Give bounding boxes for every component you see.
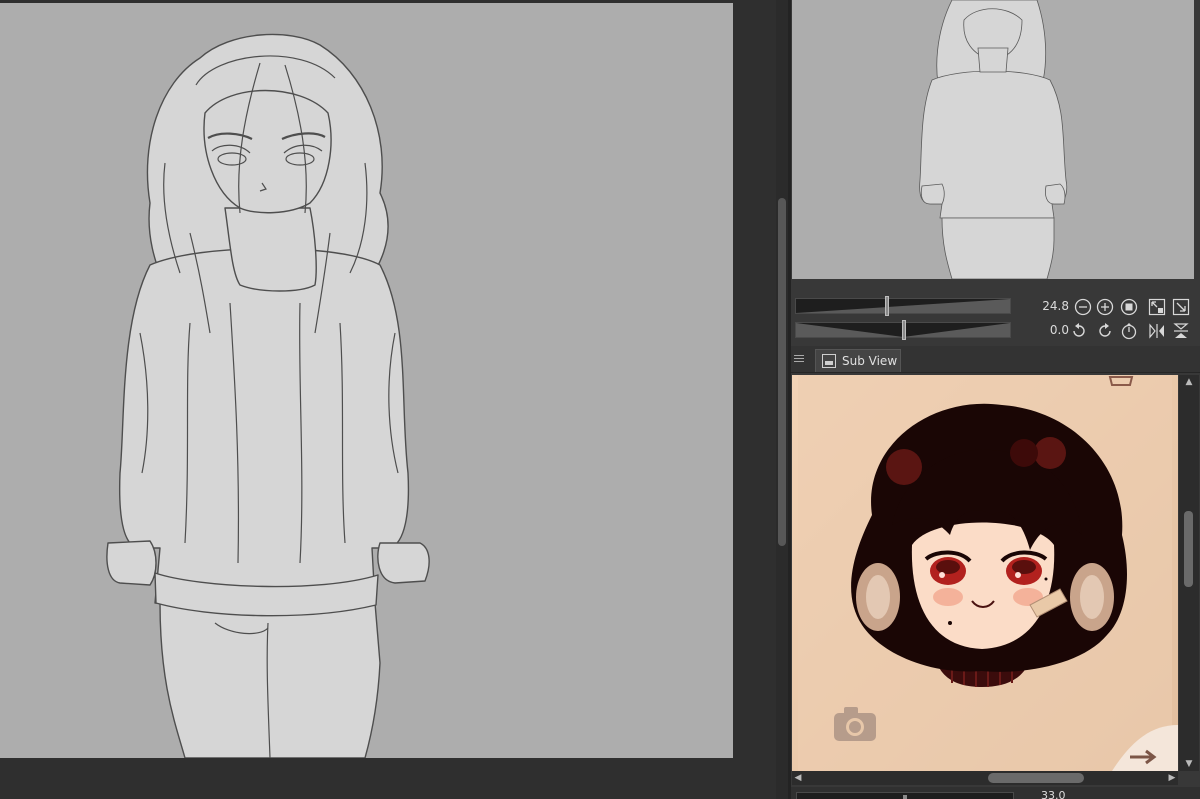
- zoom-out-icon: [1074, 298, 1092, 316]
- zoom-slider-handle[interactable]: [884, 296, 889, 316]
- stop-icon: [1120, 298, 1138, 316]
- subview-vscroll-thumb[interactable]: [1184, 511, 1193, 587]
- reference-artwork: [792, 375, 1178, 771]
- flip-vertical-icon: [1173, 323, 1189, 338]
- panel-menu-icon[interactable]: [794, 350, 808, 366]
- reset-rotation-icon: [1121, 323, 1137, 340]
- flip-horizontal-icon: [1149, 323, 1164, 339]
- stop-button[interactable]: [1119, 297, 1139, 317]
- zoom-ramp: [796, 299, 1010, 313]
- sketch-artwork: [106, 33, 430, 758]
- subview-horizontal-scrollbar[interactable]: ◀ ▶: [792, 771, 1178, 785]
- flip-horizontal-button[interactable]: [1147, 321, 1167, 341]
- canvas-area[interactable]: [0, 0, 775, 799]
- rotate-value: 0.0: [1049, 323, 1069, 337]
- canvas-scroll-thumb[interactable]: [778, 198, 786, 546]
- rotate-left-button[interactable]: [1069, 321, 1089, 341]
- rotate-slider-handle[interactable]: [902, 320, 906, 340]
- flip-vertical-button[interactable]: [1171, 321, 1191, 341]
- navigator-thumbnail: [919, 0, 1068, 279]
- actual-size-icon: [1172, 298, 1190, 316]
- zoom-in-button[interactable]: [1095, 297, 1115, 317]
- scroll-right-icon[interactable]: ▶: [1166, 771, 1178, 785]
- tab-label: Sub View: [842, 354, 898, 368]
- subview-zoom-value: 33.0: [1041, 789, 1066, 799]
- subview-header: Sub View: [791, 346, 1200, 373]
- subview-zoom-slider[interactable]: [796, 792, 1014, 799]
- canvas-sheet[interactable]: [0, 3, 733, 758]
- scroll-up-icon[interactable]: ▲: [1179, 375, 1199, 389]
- navigator-controls: 24.8 0.0: [791, 290, 1200, 346]
- subview-zoom-bar: 33.0: [791, 787, 1200, 799]
- fit-window-icon: [1148, 298, 1166, 316]
- zoom-value: 24.8: [1042, 299, 1069, 313]
- zoom-out-button[interactable]: [1073, 297, 1093, 317]
- rotate-left-icon: [1073, 323, 1085, 337]
- subview-hscroll-thumb[interactable]: [988, 773, 1084, 783]
- subview-vertical-scrollbar[interactable]: ▲ ▼: [1179, 375, 1199, 771]
- reset-rotation-button[interactable]: [1119, 321, 1139, 341]
- scroll-down-icon[interactable]: ▼: [1179, 757, 1199, 771]
- actual-size-button[interactable]: [1171, 297, 1191, 317]
- subview-zoom-handle[interactable]: [903, 795, 907, 799]
- rotate-right-icon: [1099, 323, 1111, 337]
- subview-tab-icon: [822, 354, 836, 368]
- subview-panel: Sub View ▲ ▼ ◀ ▶ 33.0: [791, 346, 1200, 799]
- canvas-vertical-scrollbar[interactable]: [776, 0, 788, 799]
- zoom-slider[interactable]: [795, 296, 1011, 316]
- navigator-preview[interactable]: [792, 0, 1194, 279]
- scroll-left-icon[interactable]: ◀: [792, 771, 804, 785]
- rotate-slider[interactable]: [795, 320, 1011, 340]
- tab-sub-view[interactable]: Sub View: [815, 349, 901, 372]
- zoom-in-icon: [1096, 298, 1114, 316]
- fit-window-button[interactable]: [1147, 297, 1167, 317]
- navigator-panel: 24.8 0.0: [791, 0, 1200, 346]
- subview-reference-image[interactable]: [792, 375, 1178, 771]
- rotate-right-button[interactable]: [1095, 321, 1115, 341]
